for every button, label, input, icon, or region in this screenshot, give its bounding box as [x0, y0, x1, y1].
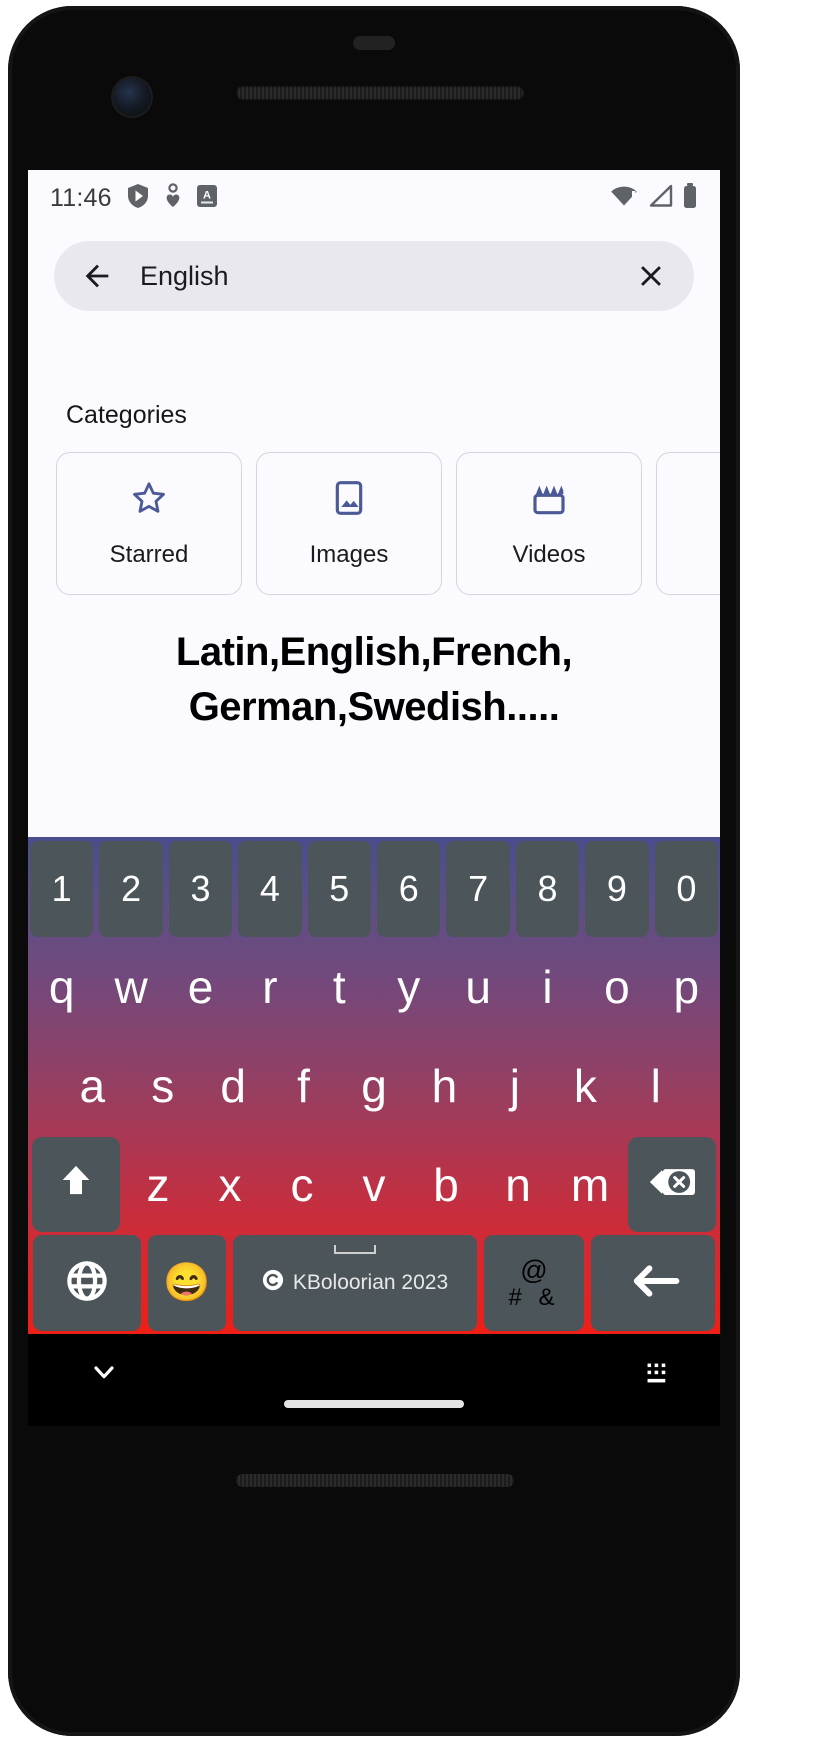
key-r[interactable]: r	[238, 940, 301, 1036]
key-y[interactable]: y	[377, 940, 440, 1036]
status-clock: 11:46	[50, 183, 112, 212]
phone-screen: 11:46 A English Categories Starred Image…	[28, 170, 720, 1334]
key-a[interactable]: a	[60, 1038, 124, 1134]
search-input[interactable]: English	[140, 261, 634, 292]
key-d[interactable]: d	[201, 1038, 265, 1134]
key-v[interactable]: v	[340, 1137, 408, 1233]
key-t[interactable]: t	[308, 940, 371, 1036]
key-symbols-top-label: @	[520, 1255, 548, 1286]
key-g[interactable]: g	[342, 1038, 406, 1134]
key-h[interactable]: h	[412, 1038, 476, 1134]
key-9[interactable]: 9	[585, 841, 649, 937]
spacebar-label: KBoloorian 2023	[292, 1271, 449, 1295]
enter-arrow-left-icon	[626, 1259, 680, 1308]
front-camera-icon	[113, 78, 151, 116]
key-j[interactable]: j	[483, 1038, 547, 1134]
status-left-icon-group: A	[126, 182, 218, 214]
app-badge-a-icon: A	[196, 184, 218, 213]
key-shift[interactable]	[32, 1136, 120, 1233]
svg-text:A: A	[203, 189, 211, 201]
spacebar-label-group: KBoloorian 2023	[262, 1269, 448, 1297]
headline-line-2: German,Swedish.....	[188, 685, 560, 730]
key-4[interactable]: 4	[238, 841, 302, 937]
key-2[interactable]: 2	[99, 841, 163, 937]
key-language-switch[interactable]	[33, 1235, 141, 1331]
key-backspace[interactable]	[628, 1136, 716, 1233]
key-p[interactable]: p	[655, 940, 718, 1036]
key-z[interactable]: z	[124, 1137, 192, 1233]
key-symbols[interactable]: @ # &	[484, 1235, 584, 1331]
key-o[interactable]: o	[585, 940, 648, 1036]
key-n[interactable]: n	[484, 1137, 552, 1233]
key-space[interactable]: KBoloorian 2023	[233, 1235, 477, 1331]
key-1[interactable]: 1	[29, 841, 94, 937]
key-3[interactable]: 3	[168, 841, 233, 937]
arrow-back-icon[interactable]	[80, 259, 114, 293]
battery-full-icon	[682, 182, 698, 215]
play-protect-shield-icon	[126, 183, 150, 214]
status-right-icon-group	[610, 182, 698, 215]
page-headline: Latin,English,French, German,Swedish....…	[68, 625, 680, 735]
key-i[interactable]: i	[516, 940, 579, 1036]
category-label: Videos	[512, 541, 586, 568]
image-icon	[329, 478, 369, 523]
key-w[interactable]: w	[99, 940, 162, 1036]
key-u[interactable]: u	[446, 940, 509, 1036]
category-card-videos[interactable]: Videos	[456, 452, 642, 595]
keyboard-switch-icon[interactable]	[642, 1360, 672, 1391]
chevron-down-icon[interactable]	[88, 1356, 120, 1393]
keyboard-row-bottom[interactable]: 😄 KBoloorian 2023 @ # &	[30, 1235, 718, 1331]
key-l[interactable]: l	[624, 1038, 688, 1134]
earpiece-speaker-grille	[236, 86, 524, 100]
heart-pin-icon	[163, 182, 183, 214]
key-symbols-bottom-label: # &	[508, 1283, 560, 1311]
backspace-delete-icon	[649, 1161, 695, 1209]
key-7[interactable]: 7	[446, 841, 510, 937]
shift-up-arrow-icon	[56, 1160, 96, 1210]
keyboard-row-asdf[interactable]: a s d f g h j k l	[30, 1038, 718, 1134]
android-nav-bar	[28, 1334, 720, 1426]
language-globe-icon	[64, 1258, 110, 1309]
key-6[interactable]: 6	[377, 841, 441, 937]
headline-line-1: Latin,English,French,	[175, 630, 573, 674]
category-label: Starred	[109, 541, 189, 568]
copyright-icon	[262, 1269, 284, 1297]
key-k[interactable]: k	[553, 1038, 617, 1134]
movie-clapper-icon	[529, 478, 569, 523]
key-8[interactable]: 8	[515, 841, 580, 937]
categories-row[interactable]: Starred Images Videos	[28, 452, 720, 595]
star-outline-icon	[129, 478, 169, 523]
close-icon[interactable]	[634, 259, 668, 293]
key-s[interactable]: s	[130, 1038, 194, 1134]
phone-frame: 11:46 A English Categories Starred Image…	[8, 6, 740, 1736]
spacebar-bracket-mark	[334, 1245, 376, 1255]
key-m[interactable]: m	[556, 1137, 624, 1233]
status-bar: 11:46 A	[28, 170, 720, 226]
keyboard-row-numbers[interactable]: 1 2 3 4 5 6 7 8 9 0	[29, 841, 719, 937]
key-5[interactable]: 5	[307, 841, 371, 937]
key-emoji[interactable]: 😄	[148, 1235, 226, 1331]
key-0[interactable]: 0	[654, 841, 719, 937]
key-x[interactable]: x	[196, 1137, 264, 1233]
categories-heading: Categories	[66, 401, 187, 429]
home-gesture-bar[interactable]	[284, 1400, 464, 1408]
key-enter[interactable]	[591, 1235, 715, 1331]
key-c[interactable]: c	[268, 1137, 336, 1233]
wifi-no-internet-icon	[610, 183, 640, 214]
category-label: Images	[309, 541, 389, 568]
category-card-images[interactable]: Images	[256, 452, 442, 595]
search-bar[interactable]: English	[54, 241, 694, 311]
top-notch-pill	[353, 36, 395, 50]
category-card-partial[interactable]	[656, 452, 720, 595]
key-f[interactable]: f	[271, 1038, 335, 1134]
key-b[interactable]: b	[412, 1137, 480, 1233]
bottom-speaker-grille	[236, 1474, 514, 1487]
category-card-starred[interactable]: Starred	[56, 452, 242, 595]
keyboard-row-qwerty[interactable]: q w e r t y u i o p	[30, 940, 718, 1036]
on-screen-keyboard[interactable]: 1 2 3 4 5 6 7 8 9 0 q w e r t y u i o p …	[28, 837, 720, 1334]
keyboard-row-zxcv[interactable]: z x c v b n m	[30, 1136, 718, 1233]
key-e[interactable]: e	[169, 940, 232, 1036]
cellular-signal-icon	[647, 183, 675, 214]
key-q[interactable]: q	[30, 940, 93, 1036]
